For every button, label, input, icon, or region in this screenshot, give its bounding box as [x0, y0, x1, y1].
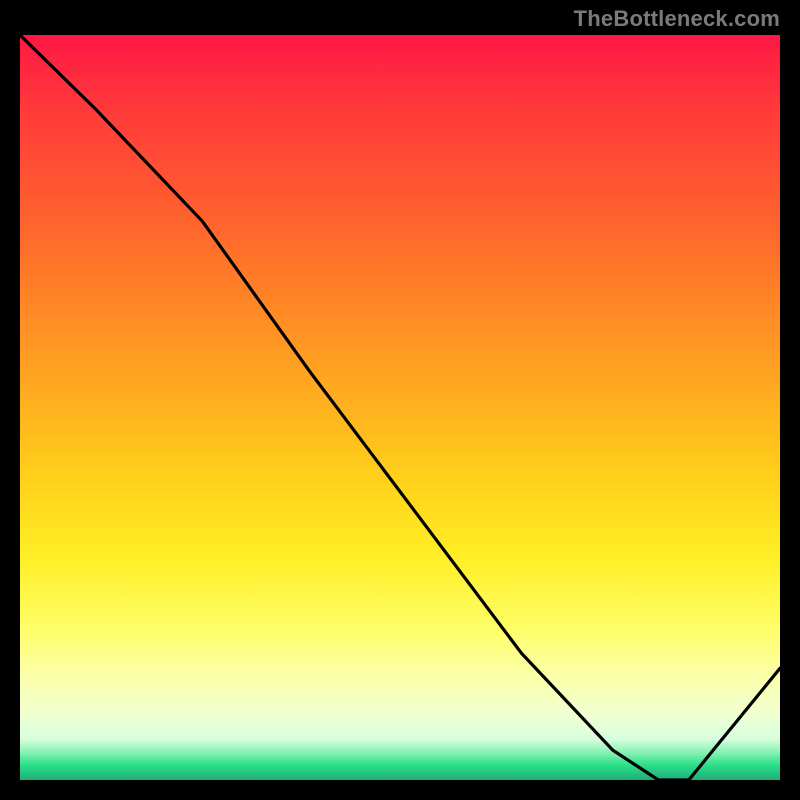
line-curve — [20, 35, 780, 780]
series-curve-path — [20, 35, 780, 780]
chart-frame: TheBottleneck.com — [0, 0, 800, 800]
plot-area — [20, 35, 780, 780]
watermark-text: TheBottleneck.com — [574, 6, 780, 32]
